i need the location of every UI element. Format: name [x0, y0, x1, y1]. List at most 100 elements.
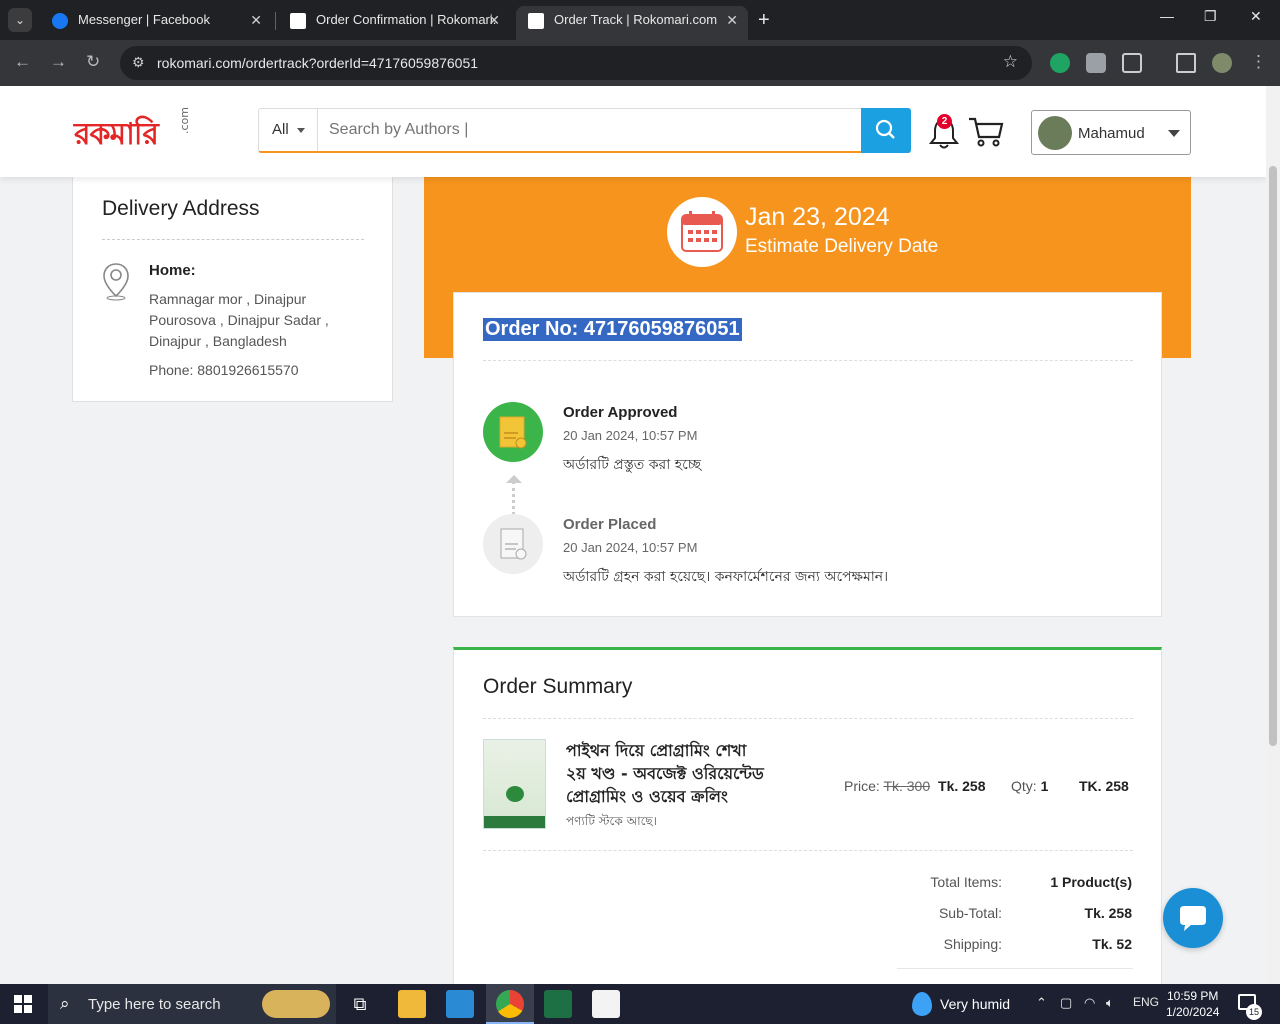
item-price: Price: Tk. 300 Tk. 258 [844, 778, 986, 794]
shipping-label: Shipping: [943, 936, 1002, 952]
site-info-icon[interactable]: ⚙ [132, 54, 145, 71]
address-bar[interactable]: ⚙ rokomari.com/ordertrack?orderId=471760… [120, 46, 1032, 80]
url-text[interactable]: rokomari.com/ordertrack?orderId=47176059… [157, 55, 478, 71]
search-button[interactable] [861, 108, 911, 153]
user-name: Mahamud [1078, 125, 1145, 142]
new-tab-button[interactable]: + [758, 8, 770, 32]
search-icon: ⌕ [60, 994, 70, 1013]
minimize-button[interactable]: — [1160, 8, 1174, 24]
store-icon[interactable] [592, 990, 620, 1018]
chrome-icon[interactable] [496, 990, 524, 1018]
total-items-label: Total Items: [930, 874, 1002, 890]
clock[interactable]: 10:59 PM 1/20/2024 [1166, 988, 1219, 1020]
subtotal-label: Sub-Total: [938, 905, 1002, 921]
close-icon[interactable]: ✕ [726, 6, 738, 34]
rokomari-favicon [528, 13, 544, 29]
order-placed-icon [483, 514, 543, 574]
order-approved-icon [483, 402, 543, 462]
step-time: 20 Jan 2024, 10:57 PM [563, 540, 698, 555]
site-header: রকমারি .com All 2 Mahamud [0, 86, 1266, 177]
delivery-address-title: Delivery Address [102, 197, 260, 220]
stock-status: পণ্যটি স্টকে আছে। [566, 814, 657, 828]
search-highlight-image [262, 990, 330, 1018]
book-cover-image[interactable] [483, 739, 546, 829]
search-input[interactable] [329, 119, 849, 141]
browser-tabbar: ⌄ Messenger | Facebook ✕ Order Confirmat… [0, 0, 1280, 40]
notification-count: 15 [1246, 1004, 1262, 1020]
close-icon[interactable]: ✕ [488, 6, 500, 34]
phone-number: Phone: 8801926615570 [149, 362, 299, 378]
vscode-icon[interactable] [446, 990, 474, 1018]
page: রকমারি .com All 2 Mahamud [0, 86, 1266, 984]
profile-avatar[interactable] [1212, 53, 1232, 73]
close-window-button[interactable]: ✕ [1250, 8, 1262, 25]
excel-icon[interactable] [544, 990, 572, 1018]
language-indicator[interactable]: ENG [1133, 995, 1159, 1009]
total-items-value: 1 Product(s) [1050, 874, 1132, 890]
side-panel-icon[interactable] [1176, 53, 1196, 73]
address-line: Ramnagar mor , Dinajpur [149, 291, 307, 307]
close-icon[interactable]: ✕ [250, 6, 262, 34]
step-title: Order Approved [563, 404, 678, 421]
file-explorer-icon[interactable] [398, 990, 426, 1018]
facebook-icon [52, 13, 68, 29]
new-price: Tk. 258 [938, 778, 986, 794]
subtotal-value: Tk. 258 [1084, 905, 1132, 921]
search-icon [875, 119, 895, 139]
tab-title: Messenger | Facebook [78, 12, 210, 27]
tab-messenger[interactable]: Messenger | Facebook ✕ [40, 6, 272, 40]
back-icon[interactable]: ← [14, 52, 31, 72]
chat-button[interactable] [1163, 888, 1223, 948]
restore-button[interactable]: ❐ [1204, 8, 1217, 25]
user-menu[interactable]: Mahamud [1031, 110, 1191, 155]
search-category-select[interactable]: All [259, 109, 318, 151]
page-scrollbar[interactable] [1266, 86, 1280, 984]
item-quantity: Qty: 1 [1011, 778, 1049, 794]
windows-start-icon[interactable] [14, 995, 32, 1013]
tab-title: Order Confirmation | Rokomari. [316, 12, 497, 27]
weather-text[interactable]: Very humid [940, 996, 1010, 1012]
rokomari-logo[interactable]: রকমারি .com [74, 107, 191, 161]
step-description: অর্ডারটি গ্রহন করা হয়েছে। কনফার্মেশনের … [563, 569, 889, 585]
tab-search-button[interactable]: ⌄ [8, 8, 32, 32]
chat-icon [1180, 906, 1206, 931]
chevron-up-icon[interactable]: ⌃ [1036, 995, 1047, 1011]
estimate-delivery-label: Estimate Delivery Date [745, 236, 939, 257]
order-tracking-card: Order No: 47176059876051 Order Approved … [453, 292, 1162, 617]
book-title[interactable]: পাইথন দিয়ে প্রোগ্রামিং শেখা ২য় খণ্ড - … [566, 739, 766, 808]
rokomari-favicon [290, 13, 306, 29]
reload-icon[interactable]: ↻ [86, 52, 100, 72]
step-title: Order Placed [563, 516, 657, 533]
step-time: 20 Jan 2024, 10:57 PM [563, 428, 698, 443]
calendar-icon [667, 197, 737, 267]
camera-extension-icon[interactable] [1086, 53, 1106, 73]
menu-dots-icon[interactable]: ⋮ [1250, 52, 1267, 72]
location-pin-icon [103, 263, 129, 301]
delivery-address-card: Delivery Address Home: Ramnagar mor , Di… [72, 146, 393, 402]
tab-order-confirmation[interactable]: Order Confirmation | Rokomari. ✕ [278, 6, 510, 40]
address-line: Pourosova , Dinajpur Sadar , [149, 312, 329, 328]
step-description: অর্ডারটি প্রস্তুত করা হচ্ছে [563, 457, 701, 473]
order-summary-card: Order Summary পাইথন দিয়ে প্রোগ্রামিং শে… [453, 647, 1162, 984]
volume-icon[interactable]: 🔈︎ [1106, 995, 1114, 1011]
taskbar-search[interactable]: ⌕ Type here to search [48, 984, 336, 1024]
puzzle-icon[interactable] [1122, 53, 1142, 73]
notification-badge: 2 [937, 114, 952, 129]
tab-title: Order Track | Rokomari.com [554, 12, 718, 27]
bookmark-star-icon[interactable]: ☆ [1003, 52, 1018, 72]
extension-icon[interactable] [1050, 53, 1070, 73]
chevron-down-icon [1168, 130, 1180, 143]
tab-order-track[interactable]: Order Track | Rokomari.com ✕ [516, 6, 748, 40]
wifi-icon[interactable]: ◠ [1084, 995, 1095, 1011]
avatar [1038, 116, 1072, 150]
order-summary-title: Order Summary [483, 675, 633, 698]
search-bar: All [258, 108, 911, 153]
forward-icon[interactable]: → [50, 52, 67, 72]
windows-taskbar: ⌕ Type here to search ⧉ Very humid ⌃ ▢ ◠… [0, 984, 1280, 1024]
task-view-icon[interactable]: ⧉ [346, 990, 374, 1018]
cart-icon[interactable] [968, 116, 1004, 148]
estimate-delivery-date: Jan 23, 2024 [745, 203, 890, 231]
meet-icon[interactable]: ▢ [1060, 995, 1072, 1011]
shipping-value: Tk. 52 [1092, 936, 1132, 952]
item-total: TK. 258 [1079, 778, 1129, 794]
